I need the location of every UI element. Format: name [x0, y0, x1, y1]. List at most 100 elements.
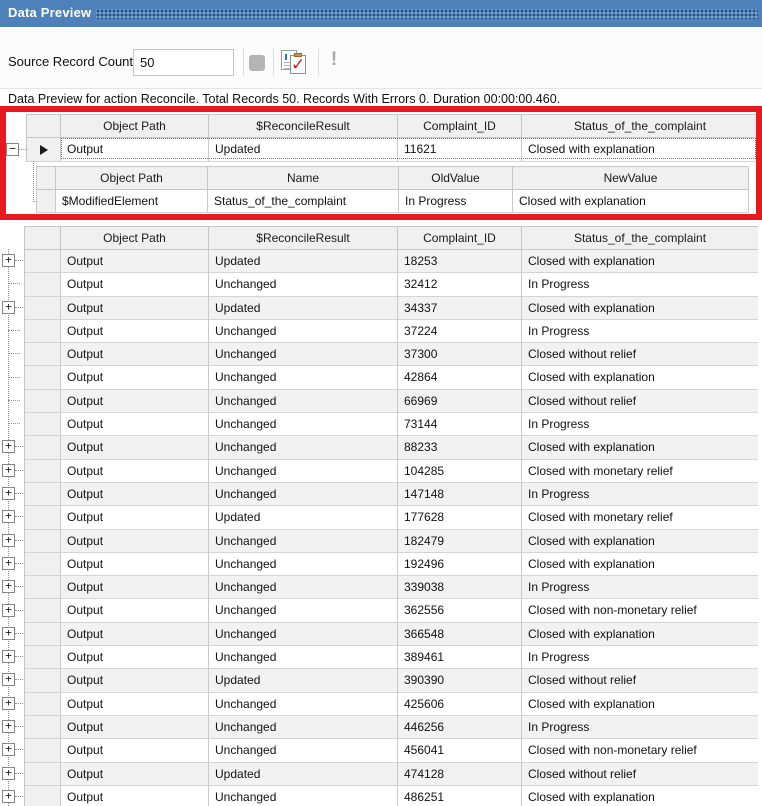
- record-cell-complaint-id[interactable]: 11621: [398, 138, 522, 162]
- record-row-selector[interactable]: [25, 250, 61, 273]
- record-row-selector[interactable]: [25, 320, 61, 343]
- record-cell-complaint-id[interactable]: 339038: [398, 576, 522, 599]
- column-header-status[interactable]: Status_of_the_complaint: [522, 227, 758, 250]
- record-cell-status[interactable]: In Progress: [522, 483, 758, 506]
- record-cell-status[interactable]: In Progress: [522, 646, 758, 669]
- record-cell-complaint-id[interactable]: 147148: [398, 483, 522, 506]
- record-row-selector[interactable]: [25, 599, 61, 622]
- expand-icon[interactable]: +: [2, 720, 15, 733]
- record-cell-status[interactable]: In Progress: [522, 273, 758, 296]
- expand-icon[interactable]: +: [2, 790, 15, 803]
- record-cell-object-path[interactable]: Output: [61, 739, 209, 762]
- record-cell-reconcile-result[interactable]: Unchanged: [209, 599, 398, 622]
- record-cell-status[interactable]: Closed with explanation: [522, 297, 758, 320]
- record-cell-complaint-id[interactable]: 474128: [398, 763, 522, 786]
- record-cell-reconcile-result[interactable]: Unchanged: [209, 716, 398, 739]
- record-cell-reconcile-result[interactable]: Updated: [209, 763, 398, 786]
- expand-icon[interactable]: +: [2, 673, 15, 686]
- record-cell-status[interactable]: Closed with explanation: [522, 436, 758, 459]
- record-cell-status[interactable]: Closed with explanation: [522, 138, 759, 162]
- expand-icon[interactable]: +: [2, 580, 15, 593]
- record-cell-object-path[interactable]: Output: [61, 763, 209, 786]
- record-cell-object-path[interactable]: Output: [61, 297, 209, 320]
- record-row-selector[interactable]: [25, 506, 61, 529]
- record-row-selector[interactable]: [25, 390, 61, 413]
- record-cell-complaint-id[interactable]: 446256: [398, 716, 522, 739]
- record-row-selector[interactable]: [25, 693, 61, 716]
- record-row-selector[interactable]: [25, 436, 61, 459]
- record-cell-object-path[interactable]: Output: [61, 693, 209, 716]
- record-cell-object-path[interactable]: Output: [61, 138, 209, 162]
- record-cell-complaint-id[interactable]: 390390: [398, 669, 522, 692]
- record-cell-status[interactable]: Closed with explanation: [522, 786, 758, 806]
- record-row-selector[interactable]: [25, 343, 61, 366]
- record-row-selector[interactable]: [25, 623, 61, 646]
- record-cell-status[interactable]: Closed without relief: [522, 343, 758, 366]
- record-cell-complaint-id[interactable]: 37224: [398, 320, 522, 343]
- record-cell-object-path[interactable]: Output: [61, 320, 209, 343]
- record-cell-object-path[interactable]: Output: [61, 669, 209, 692]
- record-cell-object-path[interactable]: Output: [61, 390, 209, 413]
- record-cell-reconcile-result[interactable]: Unchanged: [209, 693, 398, 716]
- modification-cell-old-value[interactable]: In Progress: [399, 190, 513, 213]
- record-cell-reconcile-result[interactable]: Updated: [209, 138, 398, 162]
- record-cell-status[interactable]: Closed with monetary relief: [522, 506, 758, 529]
- record-cell-status[interactable]: Closed with explanation: [522, 623, 758, 646]
- record-cell-complaint-id[interactable]: 88233: [398, 436, 522, 459]
- modification-cell-name[interactable]: Status_of_the_complaint: [208, 190, 399, 213]
- record-cell-object-path[interactable]: Output: [61, 483, 209, 506]
- record-cell-complaint-id[interactable]: 66969: [398, 390, 522, 413]
- expand-icon[interactable]: +: [2, 697, 15, 710]
- record-cell-object-path[interactable]: Output: [61, 646, 209, 669]
- record-cell-object-path[interactable]: Output: [61, 786, 209, 806]
- column-header-reconcile-result[interactable]: $ReconcileResult: [209, 115, 398, 138]
- expand-icon[interactable]: +: [2, 627, 15, 640]
- stop-button[interactable]: [246, 52, 267, 73]
- record-cell-complaint-id[interactable]: 182479: [398, 530, 522, 553]
- record-cell-reconcile-result[interactable]: Unchanged: [209, 786, 398, 806]
- record-cell-status[interactable]: In Progress: [522, 320, 758, 343]
- record-cell-reconcile-result[interactable]: Unchanged: [209, 646, 398, 669]
- record-cell-status[interactable]: In Progress: [522, 413, 758, 436]
- modification-cell-object-path[interactable]: $ModifiedElement: [56, 190, 208, 213]
- record-row-selector[interactable]: [25, 530, 61, 553]
- record-cell-object-path[interactable]: Output: [61, 250, 209, 273]
- record-cell-reconcile-result[interactable]: Unchanged: [209, 436, 398, 459]
- validate-output-button[interactable]: ✓: [281, 49, 309, 77]
- record-cell-reconcile-result[interactable]: Unchanged: [209, 739, 398, 762]
- record-cell-object-path[interactable]: Output: [61, 506, 209, 529]
- record-cell-status[interactable]: Closed with explanation: [522, 693, 758, 716]
- record-row-selector[interactable]: [25, 273, 61, 296]
- record-cell-object-path[interactable]: Output: [61, 623, 209, 646]
- record-cell-object-path[interactable]: Output: [61, 413, 209, 436]
- panel-titlebar[interactable]: Data Preview: [0, 0, 762, 27]
- expand-icon[interactable]: +: [2, 487, 15, 500]
- record-cell-complaint-id[interactable]: 192496: [398, 553, 522, 576]
- record-cell-status[interactable]: Closed with non-monetary relief: [522, 599, 758, 622]
- column-header-status[interactable]: Status_of_the_complaint: [522, 115, 759, 138]
- column-header-name[interactable]: Name: [208, 167, 399, 190]
- record-cell-reconcile-result[interactable]: Unchanged: [209, 366, 398, 389]
- record-cell-status[interactable]: Closed without relief: [522, 669, 758, 692]
- collapse-icon[interactable]: −: [6, 143, 19, 156]
- record-cell-complaint-id[interactable]: 34337: [398, 297, 522, 320]
- record-cell-complaint-id[interactable]: 32412: [398, 273, 522, 296]
- record-cell-status[interactable]: Closed with explanation: [522, 366, 758, 389]
- record-cell-complaint-id[interactable]: 425606: [398, 693, 522, 716]
- record-cell-status[interactable]: Closed with explanation: [522, 553, 758, 576]
- record-row-selector[interactable]: [27, 138, 61, 162]
- record-cell-reconcile-result[interactable]: Unchanged: [209, 460, 398, 483]
- record-cell-reconcile-result[interactable]: Updated: [209, 506, 398, 529]
- record-cell-status[interactable]: Closed without relief: [522, 763, 758, 786]
- record-row-selector[interactable]: [25, 483, 61, 506]
- record-cell-reconcile-result[interactable]: Unchanged: [209, 273, 398, 296]
- record-cell-reconcile-result[interactable]: Unchanged: [209, 343, 398, 366]
- expand-icon[interactable]: +: [2, 604, 15, 617]
- warning-button[interactable]: !: [325, 49, 343, 77]
- record-row-selector[interactable]: [25, 669, 61, 692]
- column-header-object-path[interactable]: Object Path: [61, 115, 209, 138]
- record-row-selector[interactable]: [25, 786, 61, 806]
- record-cell-complaint-id[interactable]: 486251: [398, 786, 522, 806]
- column-header-object-path[interactable]: Object Path: [56, 167, 208, 190]
- column-header-corner[interactable]: [37, 167, 56, 190]
